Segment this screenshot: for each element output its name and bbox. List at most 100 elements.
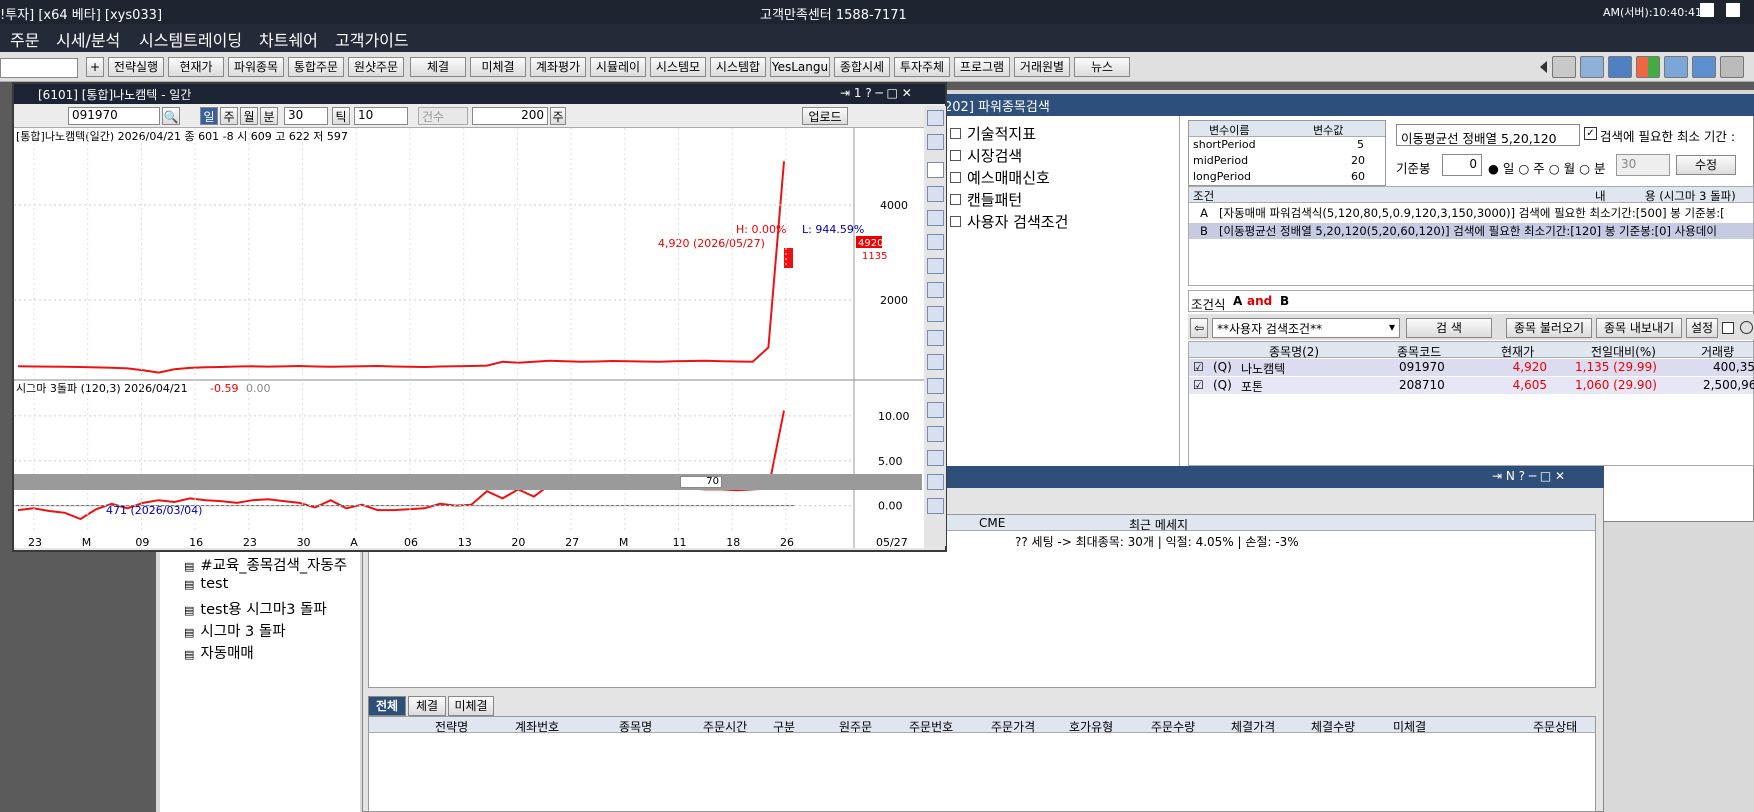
tb-price[interactable]: 현재가 xyxy=(168,57,224,77)
tab-filled[interactable]: 체결 xyxy=(408,696,446,716)
tool-icon[interactable] xyxy=(927,402,944,418)
document-icon[interactable] xyxy=(1580,56,1604,78)
count-select[interactable]: 건수 xyxy=(418,107,468,125)
edit-button[interactable]: 수정 xyxy=(1676,155,1736,175)
tb-yeslang[interactable]: YesLangu xyxy=(770,57,830,77)
setting-button[interactable]: 설정 xyxy=(1686,318,1718,338)
tb-unfilled[interactable]: 미체결 xyxy=(470,57,526,77)
tool-icon[interactable] xyxy=(927,450,944,466)
period-radio-group[interactable]: ● 일 ○ 주 ○ 월 ○ 분 xyxy=(1488,158,1606,177)
menu-guide[interactable]: 고객가이드 xyxy=(335,27,409,51)
export-button[interactable]: 종목 내보내기 xyxy=(1596,318,1682,338)
tree-item-technical[interactable]: 기술적지표 xyxy=(950,123,1036,144)
tb-market[interactable]: 종합시세 xyxy=(834,57,890,77)
min-period-checkbox[interactable]: ✓ xyxy=(1584,127,1597,140)
tb-system-model[interactable]: 시스템모 xyxy=(650,57,706,77)
chevron-down-icon[interactable]: ▾ xyxy=(1384,318,1400,338)
search-condition-select[interactable]: **사용자 검색조건** xyxy=(1212,318,1400,338)
tool-icon[interactable] xyxy=(927,354,944,370)
search-button[interactable]: 검 색 xyxy=(1406,318,1492,338)
tb-program[interactable]: 프로그램 xyxy=(954,57,1010,77)
tool-icon[interactable] xyxy=(927,330,944,346)
restore-icon[interactable] xyxy=(1700,3,1714,17)
window-icon[interactable] xyxy=(1664,56,1688,78)
tb-account[interactable]: 계좌평가 xyxy=(530,57,586,77)
tb-integrated-order[interactable]: 통합주문 xyxy=(288,57,344,77)
capture-icon[interactable] xyxy=(1692,56,1716,78)
tick-select[interactable]: 10 xyxy=(354,107,408,125)
layout-icon[interactable] xyxy=(1636,56,1660,78)
window-controls-icon[interactable]: ⇥ N ? ─ □ ✕ xyxy=(1492,469,1565,483)
list-item[interactable]: ▤ #교육_종목검색_자동주 xyxy=(184,554,347,575)
list-item[interactable]: ▤ 시그마 3 돌파 xyxy=(184,620,286,641)
var-value[interactable]: 60 xyxy=(1351,170,1365,183)
formula-bar[interactable]: 조건식 A and B xyxy=(1188,290,1754,312)
chart-scrollbar[interactable] xyxy=(14,474,922,490)
menu-systemtrading[interactable]: 시스템트레이딩 xyxy=(139,27,242,51)
tool-icon[interactable] xyxy=(927,134,944,150)
upload-button[interactable]: 업로드 xyxy=(802,107,848,125)
collapse-icon[interactable]: ⇦ xyxy=(1190,318,1208,338)
tb-broker[interactable]: 거래원별 xyxy=(1014,57,1070,77)
period-week[interactable]: 주 xyxy=(220,107,238,125)
load-button[interactable]: 종목 불러오기 xyxy=(1506,318,1592,338)
zoom-input[interactable]: 70 xyxy=(680,476,722,488)
minimize-icon[interactable] xyxy=(1726,3,1740,17)
auto-checkbox[interactable] xyxy=(1722,322,1734,334)
add-button[interactable]: + xyxy=(86,57,104,77)
tool-icon[interactable] xyxy=(927,498,944,514)
cursor-icon[interactable] xyxy=(927,162,944,178)
scroll-left-icon[interactable] xyxy=(1540,61,1547,73)
screen-number-combo[interactable] xyxy=(0,58,78,78)
tree-item-market[interactable]: 시장검색 xyxy=(950,145,1022,166)
period-minute[interactable]: 분 xyxy=(260,107,278,125)
tool-icon[interactable] xyxy=(927,234,944,250)
minute-select[interactable]: 30 xyxy=(284,107,328,125)
table-row[interactable]: ☑ (Q) 포톤 208710 4,605 1,060 (29.90) 2,50… xyxy=(1189,377,1754,394)
var-value[interactable]: 5 xyxy=(1357,138,1364,151)
tick-button[interactable]: 틱 xyxy=(332,107,350,125)
list-item[interactable]: ▤ test용 시그마3 돌파 xyxy=(184,598,327,619)
selected-condition-field[interactable]: 이동평균선 정배열 5,20,120 xyxy=(1396,124,1580,146)
period-day[interactable]: 일 xyxy=(200,107,218,125)
period-select[interactable]: 30 xyxy=(1616,154,1670,176)
list-item[interactable]: ▤ 자동매매 xyxy=(184,642,254,663)
tree-item-yes-signal[interactable]: 예스매매신호 xyxy=(950,167,1050,188)
tb-investor[interactable]: 투자주체 xyxy=(894,57,950,77)
tool-icon[interactable] xyxy=(927,282,944,298)
count-unit[interactable]: 주 xyxy=(550,107,566,125)
tool-icon[interactable] xyxy=(927,474,944,490)
condition-row[interactable]: A [자동매매 파워검색식(5,120,80,5,0.9,120,3,150,30… xyxy=(1189,205,1753,221)
tb-simulate[interactable]: 시뮬레이 xyxy=(590,57,646,77)
tool-icon[interactable] xyxy=(927,110,944,126)
condition-row[interactable]: B [이동평균선 정배열 5,20,120(5,20,60,120)] 검색에 필… xyxy=(1189,223,1753,239)
tree-item-user[interactable]: 사용자 검색조건 xyxy=(950,211,1068,232)
tb-system-sum[interactable]: 시스템합 xyxy=(710,57,766,77)
tool-icon[interactable] xyxy=(927,186,944,202)
clock-icon[interactable] xyxy=(1740,321,1753,334)
period-month[interactable]: 월 xyxy=(240,107,258,125)
monitor-icon[interactable] xyxy=(1608,56,1632,78)
tb-power[interactable]: 파워종목 xyxy=(228,57,284,77)
menu-order[interactable]: 주문 xyxy=(10,27,39,51)
count-input[interactable]: 200 xyxy=(472,107,548,125)
tool-icon[interactable] xyxy=(927,426,944,442)
tree-item-candle[interactable]: 캔들패턴 xyxy=(950,189,1022,210)
tab-all[interactable]: 전체 xyxy=(368,696,406,716)
base-bar-input[interactable]: 0 xyxy=(1442,154,1482,176)
tool-icon[interactable] xyxy=(927,258,944,274)
code-input[interactable]: 091970 xyxy=(68,107,160,125)
tool-icon[interactable] xyxy=(927,378,944,394)
search-icon[interactable]: 🔍 xyxy=(162,107,180,125)
list-item[interactable]: ▤ test xyxy=(184,576,228,592)
print-icon[interactable] xyxy=(1720,56,1744,78)
menu-chartshare[interactable]: 차트쉐어 xyxy=(259,27,318,51)
tab-unfilled[interactable]: 미체결 xyxy=(448,696,494,716)
tool-icon[interactable] xyxy=(927,306,944,322)
tb-filled[interactable]: 체결 xyxy=(410,57,466,77)
tb-oneshot[interactable]: 원샷주문 xyxy=(348,57,404,77)
var-value[interactable]: 20 xyxy=(1351,154,1365,167)
tb-strategy[interactable]: 전략실행 xyxy=(108,57,164,77)
table-row[interactable]: ☑ (Q) 나노캠텍 091970 4,920 1,135 (29.99) 40… xyxy=(1189,359,1754,376)
gear-icon[interactable] xyxy=(1552,56,1576,78)
